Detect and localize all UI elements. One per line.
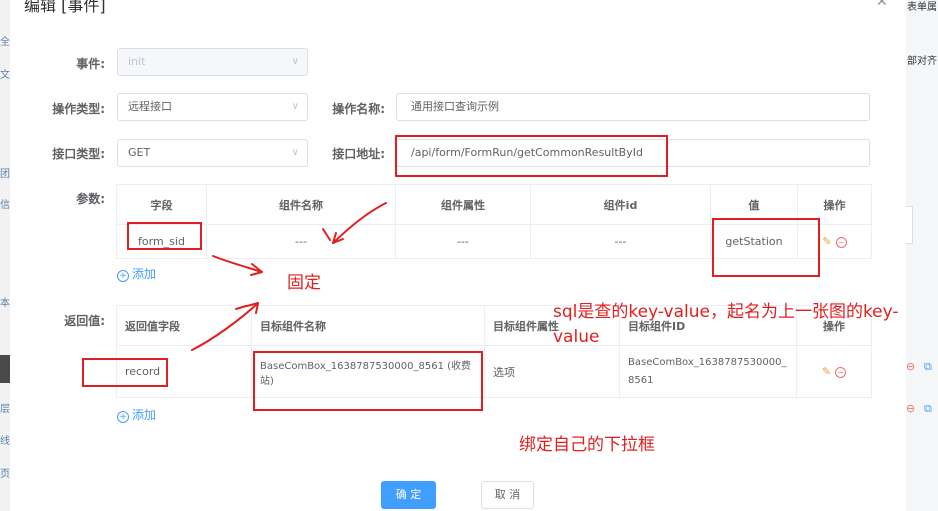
arrow-to-fixed (212, 255, 263, 273)
annotation-fixed: 固定 (287, 273, 321, 293)
annotation-arrows (191, 202, 387, 351)
annotation-bind-note: 绑定自己的下拉框 (519, 435, 655, 455)
annotation-sql-note: sql是查的key-value，起名为上一张图的key-value (553, 302, 899, 347)
arrow-tick (322, 228, 331, 241)
arrow-to-target-header (191, 302, 259, 351)
arrow-to-component-name (332, 202, 387, 244)
arrow-tick (235, 305, 247, 310)
